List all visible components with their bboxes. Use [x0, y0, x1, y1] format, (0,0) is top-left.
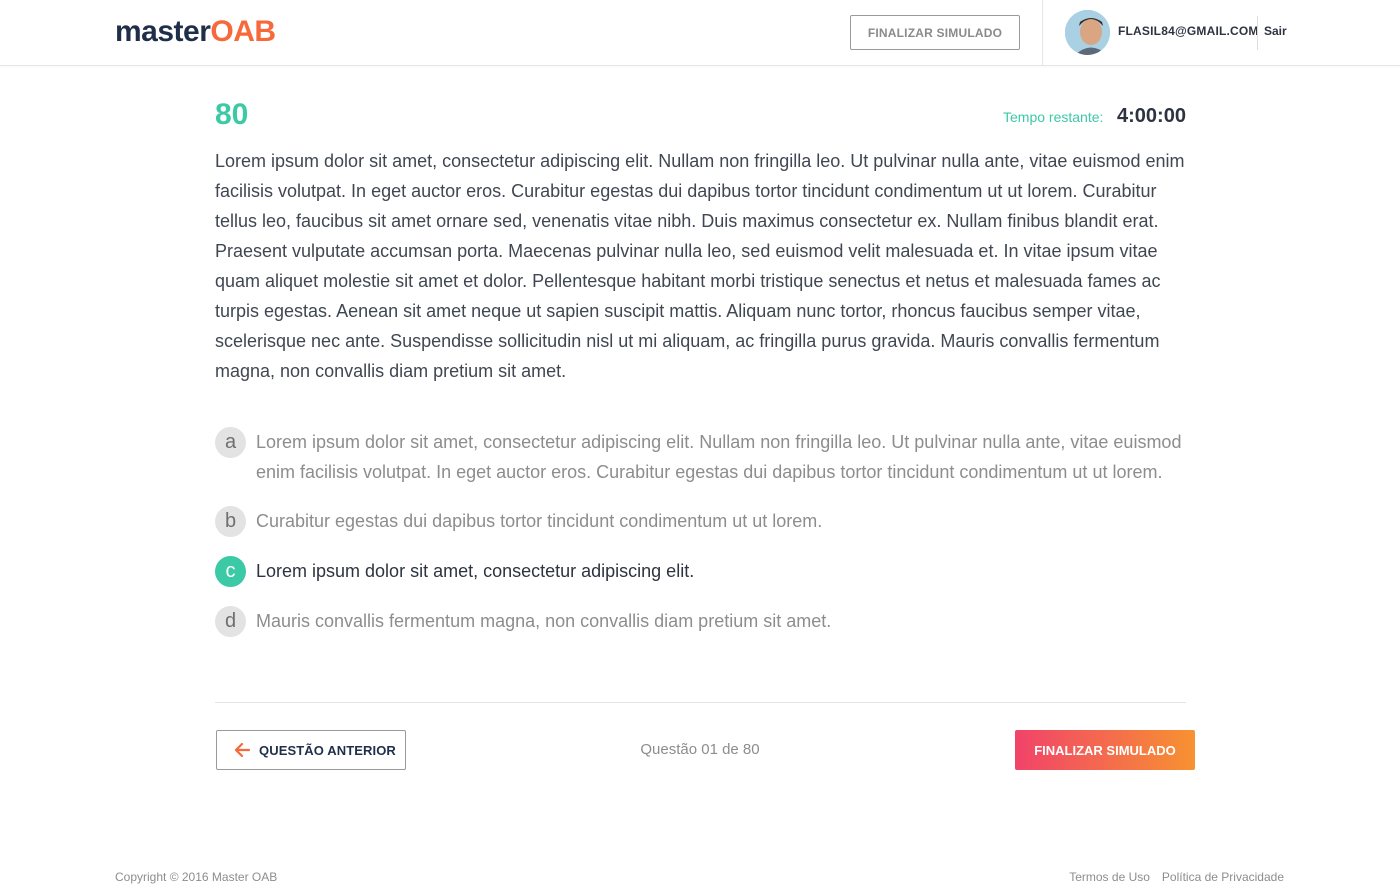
- previous-question-label: QUESTÃO ANTERIOR: [259, 742, 396, 758]
- answer-option-c[interactable]: c Lorem ipsum dolor sit amet, consectetu…: [215, 556, 694, 587]
- answer-option-b[interactable]: b Curabitur egestas dui dapibus tortor t…: [215, 506, 822, 537]
- question-text: Lorem ipsum dolor sit amet, consectetur …: [215, 151, 1185, 381]
- previous-question-button[interactable]: QUESTÃO ANTERIOR: [216, 730, 406, 770]
- option-text-d[interactable]: Mauris convallis fermentum magna, non co…: [256, 606, 831, 636]
- logo-master-text: master: [115, 15, 211, 48]
- logo-oab-text: OAB: [210, 15, 276, 48]
- timer-label: Tempo restante:: [1003, 109, 1104, 125]
- avatar[interactable]: [1065, 10, 1110, 55]
- header-finish-simulation-button[interactable]: FINALIZAR SIMULADO: [850, 15, 1020, 50]
- option-letter-a[interactable]: a: [215, 427, 246, 458]
- content-divider: [215, 702, 1186, 703]
- terms-link[interactable]: Termos de Uso: [1069, 870, 1150, 884]
- footer-copyright: Copyright © 2016 Master OAB: [115, 870, 278, 884]
- option-text-c[interactable]: Lorem ipsum dolor sit amet, consectetur …: [256, 556, 694, 586]
- question-pager: Questão 01 de 80: [640, 741, 760, 758]
- privacy-link[interactable]: Política de Privacidade: [1162, 870, 1284, 884]
- header-divider-small: [1257, 16, 1258, 50]
- masteroab-logo[interactable]: masterOAB: [115, 15, 276, 49]
- top-header: masterOAB FINALIZAR SIMULADO FLASIL84@GM…: [0, 0, 1400, 66]
- logout-link[interactable]: Sair: [1264, 24, 1287, 38]
- finish-simulation-button[interactable]: FINALIZAR SIMULADO: [1015, 730, 1195, 770]
- option-letter-c[interactable]: c: [215, 556, 246, 587]
- header-divider: [1042, 0, 1043, 66]
- question-number: 80: [215, 98, 249, 131]
- option-text-b[interactable]: Curabitur egestas dui dapibus tortor tin…: [256, 506, 822, 536]
- option-letter-d[interactable]: d: [215, 606, 246, 637]
- answer-option-d[interactable]: d Mauris convallis fermentum magna, non …: [215, 606, 831, 637]
- footer-links: Termos de Uso Política de Privacidade: [1069, 870, 1284, 884]
- answer-option-a[interactable]: a Lorem ipsum dolor sit amet, consectetu…: [215, 427, 1205, 487]
- timer-value: 4:00:00: [1117, 105, 1186, 127]
- option-text-a[interactable]: Lorem ipsum dolor sit amet, consectetur …: [256, 427, 1205, 487]
- user-email: FLASIL84@GMAIL.COM: [1118, 24, 1259, 38]
- arrow-left-icon: [234, 742, 251, 758]
- option-letter-b[interactable]: b: [215, 506, 246, 537]
